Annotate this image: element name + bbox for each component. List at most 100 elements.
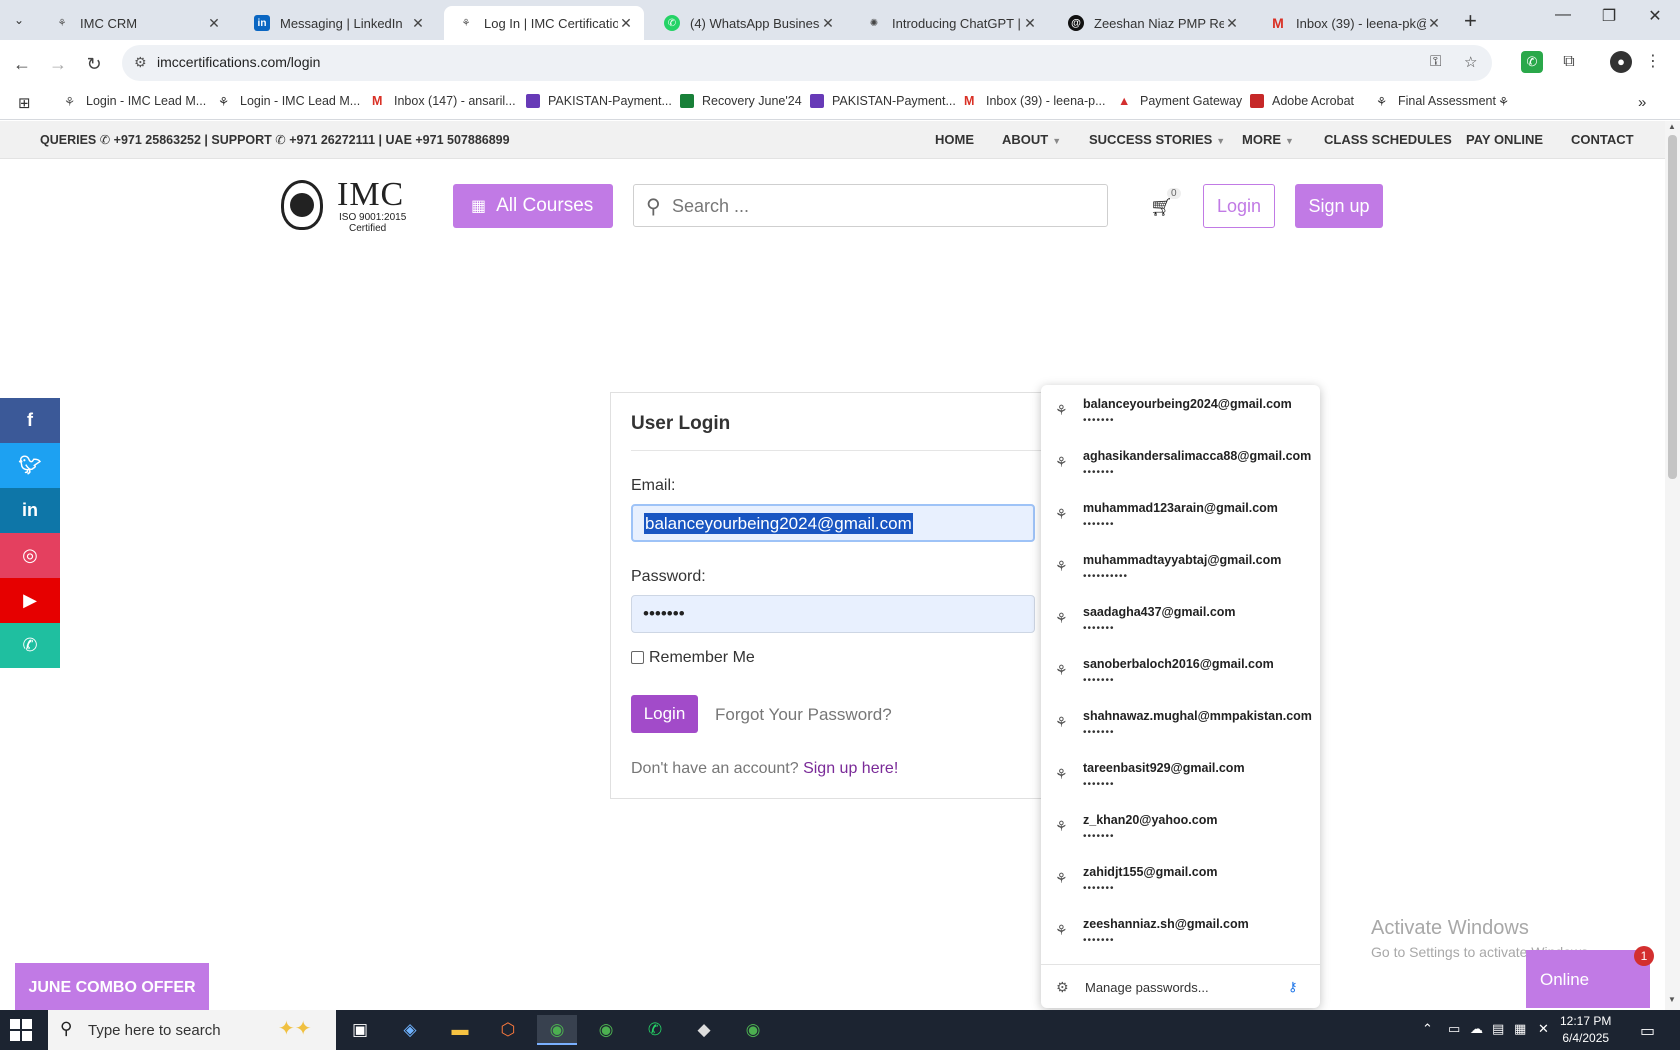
- minimize-icon[interactable]: —: [1540, 6, 1586, 24]
- whatsapp-icon[interactable]: ✆: [635, 1015, 675, 1045]
- nav-about[interactable]: ABOUT ▼: [1002, 132, 1061, 147]
- close-icon[interactable]: ✕: [618, 15, 634, 32]
- file-explorer-icon[interactable]: ▬: [440, 1015, 480, 1045]
- bookmark-item[interactable]: Adobe Acrobat: [1250, 94, 1354, 108]
- autofill-item[interactable]: ⚘ tareenbasit929@gmail.com •••••••: [1041, 749, 1320, 801]
- tab-threads[interactable]: @ Zeeshan Niaz PMP Repla ✕: [1054, 6, 1250, 40]
- bookmark-item[interactable]: ▲ Payment Gateway: [1118, 94, 1242, 108]
- login-button[interactable]: Login: [631, 695, 698, 733]
- bookmark-item[interactable]: Recovery June'24: [680, 94, 802, 108]
- bookmark-item[interactable]: ⚘: [1498, 94, 1520, 109]
- autofill-item[interactable]: ⚘ aghasikandersalimacca88@gmail.com ••••••…: [1041, 437, 1320, 489]
- all-courses-button[interactable]: ▦ All Courses: [453, 184, 613, 228]
- bookmark-item[interactable]: ⚘ Login - IMC Lead M...: [64, 94, 206, 109]
- chrome-icon[interactable]: ◉: [537, 1015, 577, 1045]
- tray-app-icon[interactable]: ▭: [1448, 1021, 1460, 1037]
- windows-start-icon[interactable]: [10, 1019, 32, 1041]
- autofill-item[interactable]: ⚘ muhammadtayyabtaj@gmail.com ••••••••••: [1041, 541, 1320, 593]
- bookmark-item[interactable]: PAKISTAN-Payment...: [810, 94, 956, 108]
- url-text[interactable]: imccertifications.com/login: [157, 54, 320, 70]
- site-info-icon[interactable]: ⚙: [134, 54, 147, 71]
- close-icon[interactable]: ✕: [206, 15, 222, 32]
- more-bookmarks-icon[interactable]: »: [1638, 94, 1646, 111]
- close-icon[interactable]: ✕: [1426, 15, 1442, 32]
- profile-avatar[interactable]: ●: [1610, 51, 1632, 73]
- taskbar-clock[interactable]: 12:17 PM 6/4/2025: [1560, 1013, 1611, 1047]
- bookmark-star-icon[interactable]: ☆: [1464, 53, 1477, 71]
- taskbar-search-input[interactable]: ⚲ Type here to search ✦✦: [48, 1010, 336, 1050]
- linkedin-icon[interactable]: in: [0, 488, 60, 533]
- tab-whatsapp[interactable]: ✆ (4) WhatsApp Business ✕: [650, 6, 846, 40]
- bookmark-item[interactable]: ⚘ Login - IMC Lead M...: [218, 94, 360, 109]
- autofill-item[interactable]: ⚘ sanoberbaloch2016@gmail.com •••••••: [1041, 645, 1320, 697]
- bookmark-item[interactable]: M Inbox (39) - leena-p...: [964, 94, 1106, 108]
- autofill-item[interactable]: ⚘ shahnawaz.mughal@mmpakistan.com •••••••: [1041, 697, 1320, 749]
- forgot-password-link[interactable]: Forgot Your Password?: [715, 705, 892, 725]
- password-field[interactable]: •••••••: [631, 595, 1035, 633]
- apps-grid-icon[interactable]: ⊞: [18, 94, 31, 112]
- password-key-icon[interactable]: ⚿: [1430, 53, 1441, 70]
- whatsapp-extension-icon[interactable]: ✆: [1521, 51, 1543, 73]
- autofill-item[interactable]: ⚘ saadagha437@gmail.com •••••••: [1041, 593, 1320, 645]
- scrollbar-thumb[interactable]: [1668, 135, 1677, 479]
- notifications-icon[interactable]: ▭: [1640, 1021, 1655, 1041]
- scroll-up-icon[interactable]: ▲: [1668, 122, 1676, 131]
- close-icon[interactable]: ✕: [820, 15, 836, 32]
- header-login-button[interactable]: Login: [1203, 184, 1275, 228]
- close-icon[interactable]: ✕: [410, 15, 426, 32]
- signup-link[interactable]: Sign up here!: [803, 760, 898, 777]
- nav-more[interactable]: MORE ▼: [1242, 132, 1294, 147]
- tray-app-icon[interactable]: ▤: [1492, 1021, 1504, 1037]
- close-icon[interactable]: ✕: [1224, 15, 1240, 32]
- search-input[interactable]: ⚲ Search ...: [633, 184, 1108, 227]
- youtube-icon[interactable]: ▶: [0, 578, 60, 623]
- back-icon[interactable]: ←: [8, 50, 36, 78]
- imc-logo[interactable]: IMC ISO 9001:2015 Certified: [281, 176, 413, 234]
- tab-linkedin[interactable]: in Messaging | LinkedIn ✕: [240, 6, 436, 40]
- menu-dots-icon[interactable]: ⋮: [1642, 51, 1664, 73]
- remember-me-label[interactable]: Remember Me: [649, 649, 755, 667]
- nav-pay-online[interactable]: PAY ONLINE: [1466, 132, 1543, 147]
- nav-success-stories[interactable]: SUCCESS STORIES ▼: [1089, 132, 1225, 147]
- remember-me-checkbox[interactable]: [631, 651, 644, 664]
- close-window-icon[interactable]: ✕: [1632, 6, 1678, 26]
- page-scrollbar[interactable]: ▲ ▼: [1665, 121, 1680, 1010]
- tab-gmail[interactable]: M Inbox (39) - leena-pk@i ✕: [1256, 6, 1452, 40]
- nav-contact[interactable]: CONTACT: [1571, 132, 1634, 147]
- autofill-item[interactable]: ⚘ zahidjt155@gmail.com •••••••: [1041, 853, 1320, 905]
- bookmark-item[interactable]: PAKISTAN-Payment...: [526, 94, 672, 108]
- app-icon[interactable]: ⬡: [488, 1015, 528, 1045]
- nav-home[interactable]: HOME: [935, 132, 974, 147]
- june-combo-offer-button[interactable]: JUNE COMBO OFFER: [15, 963, 209, 1013]
- reload-icon[interactable]: ↻: [80, 50, 108, 78]
- cart-icon[interactable]: 🛒︎: [1150, 197, 1173, 218]
- email-field[interactable]: balanceyourbeing2024@gmail.com: [631, 504, 1035, 542]
- chrome-icon[interactable]: ◉: [586, 1015, 626, 1045]
- manage-passwords-link[interactable]: Manage passwords...: [1085, 980, 1209, 995]
- header-signup-button[interactable]: Sign up: [1295, 184, 1383, 228]
- twitter-icon[interactable]: 🐦︎: [0, 443, 60, 488]
- tray-expand-icon[interactable]: ⌃: [1422, 1021, 1433, 1037]
- onedrive-icon[interactable]: ☁: [1470, 1021, 1483, 1037]
- nav-class-schedules[interactable]: CLASS SCHEDULES: [1324, 132, 1452, 147]
- autofill-item[interactable]: ⚘ balanceyourbeing2024@gmail.com •••••••: [1041, 385, 1320, 437]
- autofill-item[interactable]: ⚘ muhammad123arain@gmail.com •••••••: [1041, 489, 1320, 541]
- autofill-item[interactable]: ⚘ zeeshanniaz.sh@gmail.com •••••••: [1041, 905, 1320, 957]
- tab-imc-login[interactable]: ⚘ Log In | IMC Certification ✕: [444, 6, 644, 40]
- autofill-item[interactable]: ⚘ z_khan20@yahoo.com •••••••: [1041, 801, 1320, 853]
- tab-chatgpt[interactable]: ✺ Introducing ChatGPT | O ✕: [852, 6, 1048, 40]
- bookmark-item[interactable]: M Inbox (147) - ansaril...: [372, 94, 516, 108]
- network-icon[interactable]: ▦: [1514, 1021, 1526, 1037]
- online-chat-widget[interactable]: Online: [1526, 950, 1650, 1008]
- tab-imc-crm[interactable]: ⚘ IMC CRM ✕: [40, 6, 232, 40]
- app-icon[interactable]: ◆: [684, 1015, 724, 1045]
- close-icon[interactable]: ✕: [1022, 15, 1038, 32]
- forward-icon[interactable]: →: [44, 50, 72, 78]
- facebook-icon[interactable]: f: [0, 398, 60, 443]
- new-tab-icon[interactable]: +: [1464, 8, 1477, 34]
- chrome-icon[interactable]: ◉: [733, 1015, 773, 1045]
- copilot-icon[interactable]: ◈: [390, 1015, 430, 1045]
- instagram-icon[interactable]: ◎: [0, 533, 60, 578]
- scroll-down-icon[interactable]: ▼: [1668, 995, 1676, 1004]
- task-view-icon[interactable]: ▣: [340, 1015, 380, 1045]
